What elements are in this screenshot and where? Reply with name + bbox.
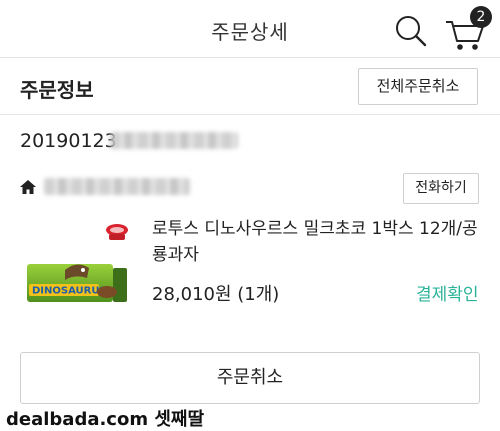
blurred-address <box>44 178 190 195</box>
product-image[interactable]: DINOSAURUS <box>25 258 131 306</box>
order-number: 20190123 <box>20 130 117 152</box>
brand-logo <box>106 224 128 240</box>
blurred-order-info <box>110 132 238 149</box>
product-name[interactable]: 로투스 디노사우르스 밀크초코 1박스 12개/공룡과자 <box>152 216 482 268</box>
product-price: 28,010원 (1개) <box>152 284 280 305</box>
home-icon <box>20 180 36 194</box>
cart-count-badge: 2 <box>470 6 492 28</box>
call-button[interactable]: 전화하기 <box>403 173 479 204</box>
search-icon <box>396 16 427 47</box>
order-cancel-button[interactable]: 주문취소 <box>20 352 480 404</box>
top-header: 주문상세 2 <box>0 0 500 58</box>
search-button[interactable] <box>394 14 428 48</box>
cancel-all-orders-button[interactable]: 전체주문취소 <box>358 68 478 105</box>
watermark: dealbada.com 셋째딸 <box>6 409 205 430</box>
section-title: 주문정보 <box>20 78 94 102</box>
divider <box>0 114 500 115</box>
product-image-label: DINOSAURUS <box>32 286 107 297</box>
payment-status: 결제확인 <box>416 285 479 305</box>
